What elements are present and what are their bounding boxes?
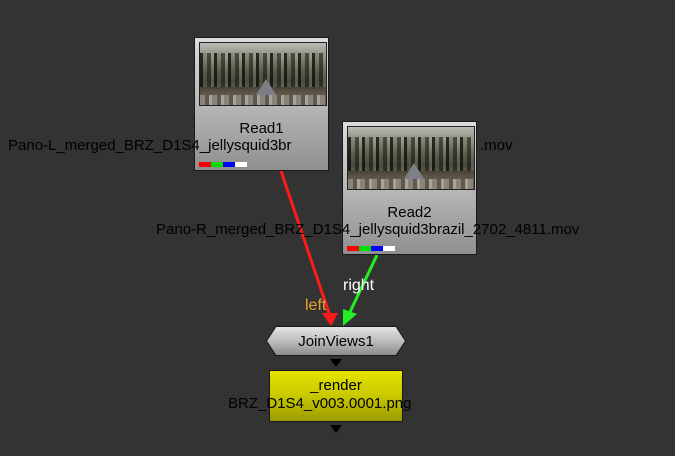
channel-green [359, 246, 371, 251]
read2-channel-swatches [347, 246, 395, 251]
read1-file-head: Pano-L_merged_BRZ_D1S4_jellysquid3br [8, 137, 292, 154]
render-output-arrow [330, 425, 342, 433]
read1-label: Read1 [239, 120, 284, 137]
read1-file-label: Pano-L_merged_BRZ_D1S4_jellysquid3br [8, 137, 292, 154]
channel-alpha [235, 162, 247, 167]
joinviews1-label: JoinViews1 [298, 333, 374, 350]
render-label: _render [310, 377, 362, 394]
channel-red [199, 162, 211, 167]
edge-left-label: left [305, 297, 327, 314]
channel-alpha [383, 246, 395, 251]
read2-thumbnail [347, 126, 475, 190]
read2-label: Read2 [387, 204, 432, 221]
channel-blue [371, 246, 383, 251]
read1-thumbnail [199, 42, 327, 106]
joinviews-output-arrow [330, 359, 342, 367]
edge-right-label: right [343, 277, 375, 294]
read1-channel-swatches [199, 162, 247, 167]
joinviews1-node[interactable]: JoinViews1 [266, 326, 406, 356]
read1-file-tail: .mov [480, 137, 513, 154]
render-file-label: BRZ_D1S4_v003.0001.png [228, 395, 412, 412]
channel-green [211, 162, 223, 167]
channel-blue [223, 162, 235, 167]
channel-red [347, 246, 359, 251]
edge-right-arrowhead [343, 309, 357, 326]
read2-file-label: Pano-R_merged_BRZ_D1S4_jellysquid3brazil… [156, 221, 580, 238]
edge-left-line[interactable] [279, 170, 332, 317]
